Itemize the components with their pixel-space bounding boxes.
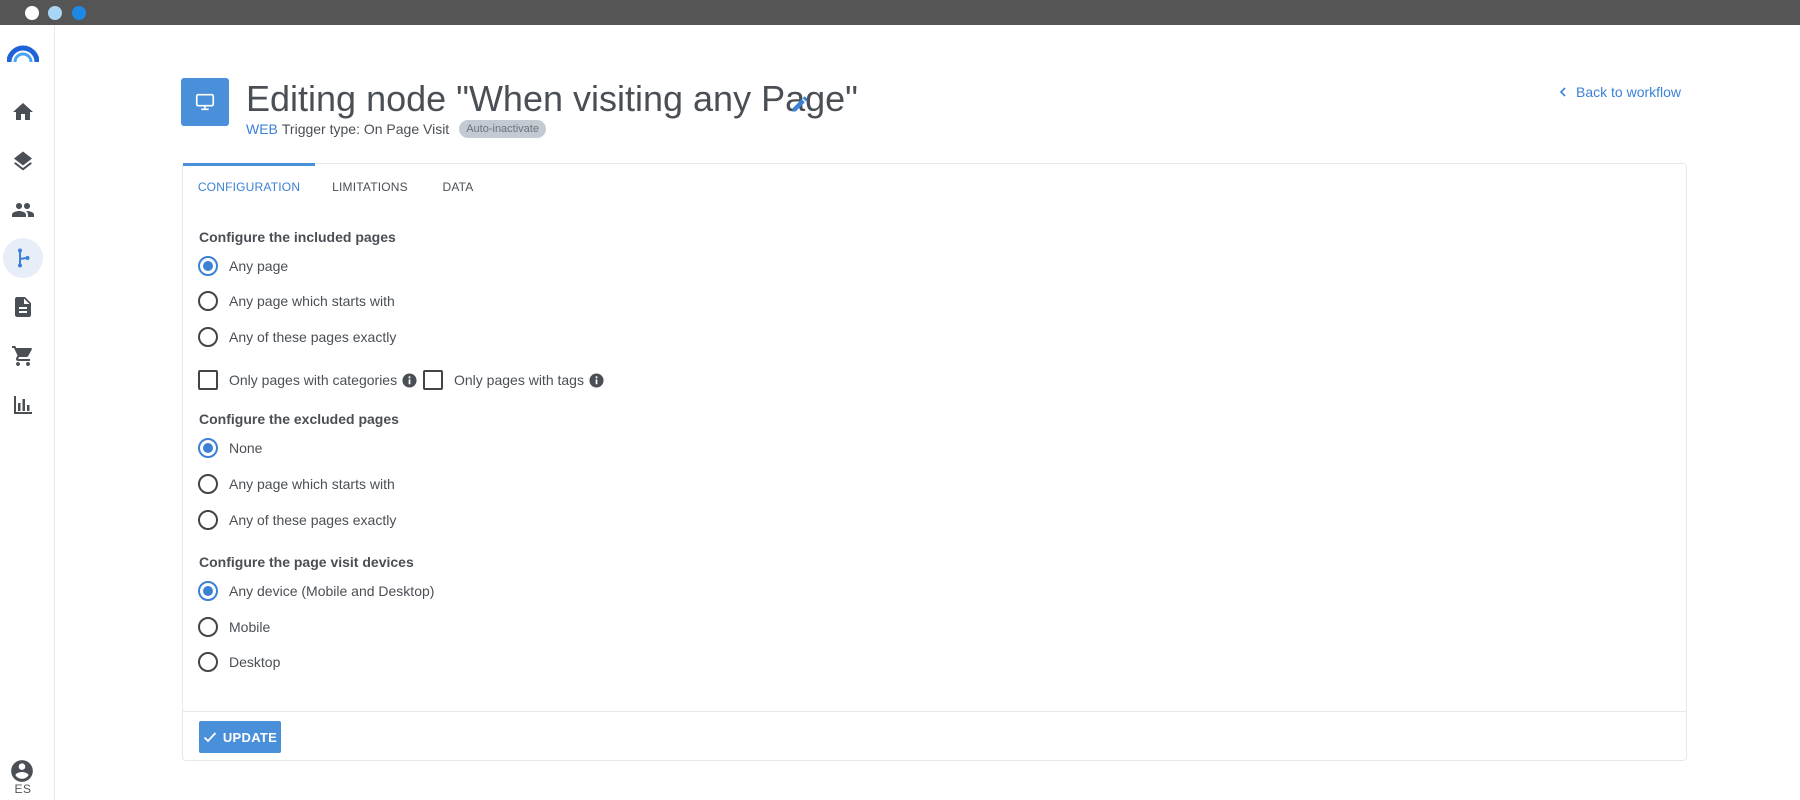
tab-limitations[interactable]: LIMITATIONS	[315, 164, 425, 210]
option-label: Any page which starts with	[229, 293, 395, 309]
device-option-desktop[interactable]: Desktop	[198, 652, 280, 672]
sidebar-item-layers[interactable]	[3, 141, 43, 181]
radio-button[interactable]	[198, 617, 218, 637]
option-label: Mobile	[229, 619, 271, 635]
logo-icon	[7, 45, 39, 63]
sidebar: ES	[0, 25, 55, 800]
sidebar-item-documents[interactable]	[3, 287, 43, 327]
sidebar-item-people[interactable]	[3, 190, 43, 230]
channel-label: WEB	[246, 121, 278, 137]
option-label: Desktop	[229, 654, 281, 670]
excluded-option-starts-with[interactable]: Any page which starts with	[198, 474, 395, 494]
card-divider	[183, 711, 1686, 712]
checkbox-label: Only pages with categories	[229, 372, 398, 388]
window-maximize-button[interactable]	[72, 6, 86, 20]
cart-icon	[12, 346, 32, 366]
window-close-button[interactable]	[25, 6, 39, 20]
check-icon	[203, 732, 217, 743]
update-button-label: UPDATE	[222, 729, 278, 745]
workflow-icon	[18, 248, 30, 268]
node-subtitle: WEB Trigger type: On Page Visit Auto-ina…	[246, 120, 546, 138]
option-label: None	[229, 440, 263, 456]
excluded-option-exact[interactable]: Any of these pages exactly	[198, 510, 396, 530]
account-icon[interactable]	[9, 758, 35, 784]
back-link-label: Back to workflow	[1576, 84, 1682, 100]
radio-button[interactable]	[198, 438, 218, 458]
language-selector[interactable]: ES	[10, 782, 36, 796]
radio-button[interactable]	[198, 474, 218, 494]
tab-data[interactable]: DATA	[425, 164, 491, 210]
sidebar-item-analytics[interactable]	[3, 385, 43, 425]
sidebar-item-workflow[interactable]	[3, 238, 43, 278]
included-option-exact[interactable]: Any of these pages exactly	[198, 327, 396, 347]
tags-checkbox[interactable]	[423, 370, 443, 390]
people-icon	[12, 203, 34, 217]
devices-heading: Configure the page visit devices	[199, 554, 414, 570]
window-titlebar	[0, 0, 1800, 25]
radio-button[interactable]	[198, 510, 218, 530]
categories-checkbox-row[interactable]: Only pages with categories	[198, 370, 417, 390]
included-pages-heading: Configure the included pages	[199, 229, 396, 245]
bar-chart-icon	[14, 396, 32, 414]
info-icon[interactable]	[402, 372, 417, 388]
categories-checkbox[interactable]	[198, 370, 218, 390]
tab-bar: CONFIGURATION LIMITATIONS DATA	[183, 163, 1686, 210]
monitor-icon	[195, 93, 215, 111]
device-option-any[interactable]: Any device (Mobile and Desktop)	[198, 581, 434, 601]
tab-configuration[interactable]: CONFIGURATION	[183, 164, 315, 210]
radio-button[interactable]	[198, 652, 218, 672]
page-title: Editing node "When visiting any Page"	[246, 78, 858, 119]
chevron-left-icon	[1559, 87, 1566, 97]
option-label: Any device (Mobile and Desktop)	[229, 583, 435, 599]
checkbox-label: Only pages with tags	[454, 372, 584, 388]
device-option-mobile[interactable]: Mobile	[198, 617, 270, 637]
sidebar-item-home[interactable]	[3, 92, 43, 132]
node-config-card: CONFIGURATION LIMITATIONS DATA Configure…	[182, 163, 1687, 761]
info-icon[interactable]	[589, 372, 604, 388]
radio-button[interactable]	[198, 256, 218, 276]
back-to-workflow-link[interactable]: Back to workflow	[1558, 84, 1681, 100]
node-type-icon	[181, 78, 229, 126]
sidebar-item-commerce[interactable]	[3, 336, 43, 376]
option-label: Any page which starts with	[229, 476, 395, 492]
status-badge: Auto-inactivate	[459, 120, 546, 138]
included-option-any-page[interactable]: Any page	[198, 256, 288, 276]
radio-button[interactable]	[198, 291, 218, 311]
excluded-option-none[interactable]: None	[198, 438, 262, 458]
option-label: Any of these pages exactly	[229, 512, 397, 528]
update-button[interactable]: UPDATE	[199, 721, 281, 753]
trigger-type-label: Trigger type: On Page Visit	[281, 121, 450, 137]
window-minimize-button[interactable]	[48, 6, 62, 20]
option-label: Any of these pages exactly	[229, 329, 397, 345]
excluded-pages-heading: Configure the excluded pages	[199, 411, 399, 427]
radio-button[interactable]	[198, 581, 218, 601]
radio-button[interactable]	[198, 327, 218, 347]
layers-icon	[14, 151, 32, 171]
home-icon	[13, 103, 33, 120]
option-label: Any page	[229, 258, 289, 274]
edit-title-icon[interactable]	[790, 94, 810, 114]
included-option-starts-with[interactable]: Any page which starts with	[198, 291, 395, 311]
tags-checkbox-row[interactable]: Only pages with tags	[423, 370, 604, 390]
document-icon	[15, 297, 31, 317]
